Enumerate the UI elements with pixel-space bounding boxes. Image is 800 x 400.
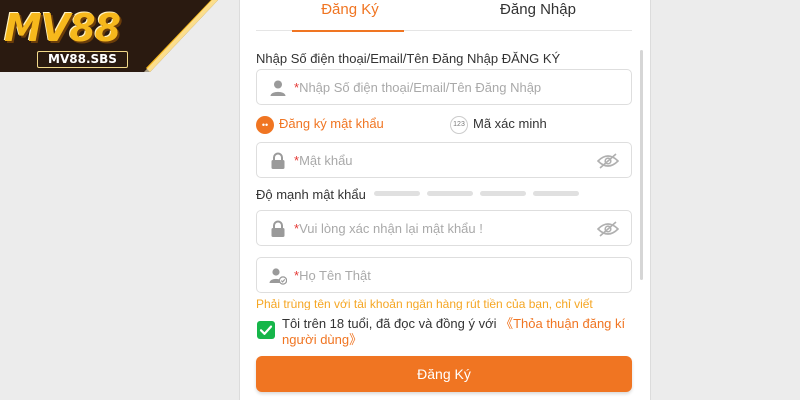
logo-domain: MV88.SBS — [37, 51, 128, 68]
user-check-icon — [269, 268, 287, 285]
register-panel: Đăng Ký Đăng Nhập Nhập Số điện thoại/Ema… — [239, 0, 651, 400]
logo-text: MV88 — [4, 6, 121, 50]
option-verification-code[interactable]: 123 Mã xác minh — [450, 115, 547, 134]
real-name-input[interactable]: *Họ Tên Thật — [256, 257, 632, 293]
tab-login[interactable]: Đăng Nhập — [444, 0, 632, 31]
strength-segment — [427, 191, 473, 196]
account-input[interactable]: *Nhập Số điện thoại/Email/Tên Đăng Nhập — [256, 69, 632, 105]
strength-label: Độ mạnh mật khẩu — [256, 187, 366, 202]
brand-logo: MV88 MV88.SBS — [0, 0, 218, 72]
confirm-password-input[interactable]: *Vui lòng xác nhận lại mật khẩu ! — [256, 210, 632, 246]
lock-icon — [271, 152, 285, 169]
auth-tabs: Đăng Ký Đăng Nhập — [256, 0, 632, 32]
real-name-placeholder: Họ Tên Thật — [299, 268, 371, 283]
eye-off-icon[interactable] — [597, 221, 619, 237]
scrollbar[interactable] — [640, 50, 643, 280]
register-button[interactable]: Đăng Ký — [256, 356, 632, 392]
option-password-register[interactable]: •• Đăng ký mật khẩu — [256, 115, 384, 134]
user-icon — [270, 80, 286, 96]
account-placeholder: Nhập Số điện thoại/Email/Tên Đăng Nhập — [299, 80, 542, 95]
eye-off-icon[interactable] — [597, 153, 619, 169]
strength-segment — [533, 191, 579, 196]
agree-statement: Tôi trên 18 tuổi, đã đọc và đồng ý với — [282, 316, 501, 331]
password-placeholder: Mật khẩu — [299, 153, 353, 168]
agree-checkbox[interactable] — [257, 321, 275, 339]
agree-text: Tôi trên 18 tuổi, đã đọc và đồng ý với 《… — [282, 316, 642, 348]
option-code-label: Mã xác minh — [473, 116, 547, 131]
strength-segment — [480, 191, 526, 196]
real-name-hint: Phải trùng tên với tài khoản ngân hàng r… — [256, 297, 593, 310]
option-password-label: Đăng ký mật khẩu — [279, 116, 384, 131]
tab-register[interactable]: Đăng Ký — [256, 0, 444, 32]
password-option-icon: •• — [256, 115, 274, 134]
strength-segment — [374, 191, 420, 196]
password-input[interactable]: *Mật khẩu — [256, 142, 632, 178]
code-option-icon: 123 — [450, 115, 468, 134]
confirm-placeholder: Vui lòng xác nhận lại mật khẩu ! — [299, 221, 483, 236]
lock-icon — [271, 220, 285, 237]
account-label: Nhập Số điện thoại/Email/Tên Đăng Nhập Đ… — [256, 51, 561, 66]
check-icon — [259, 325, 273, 335]
